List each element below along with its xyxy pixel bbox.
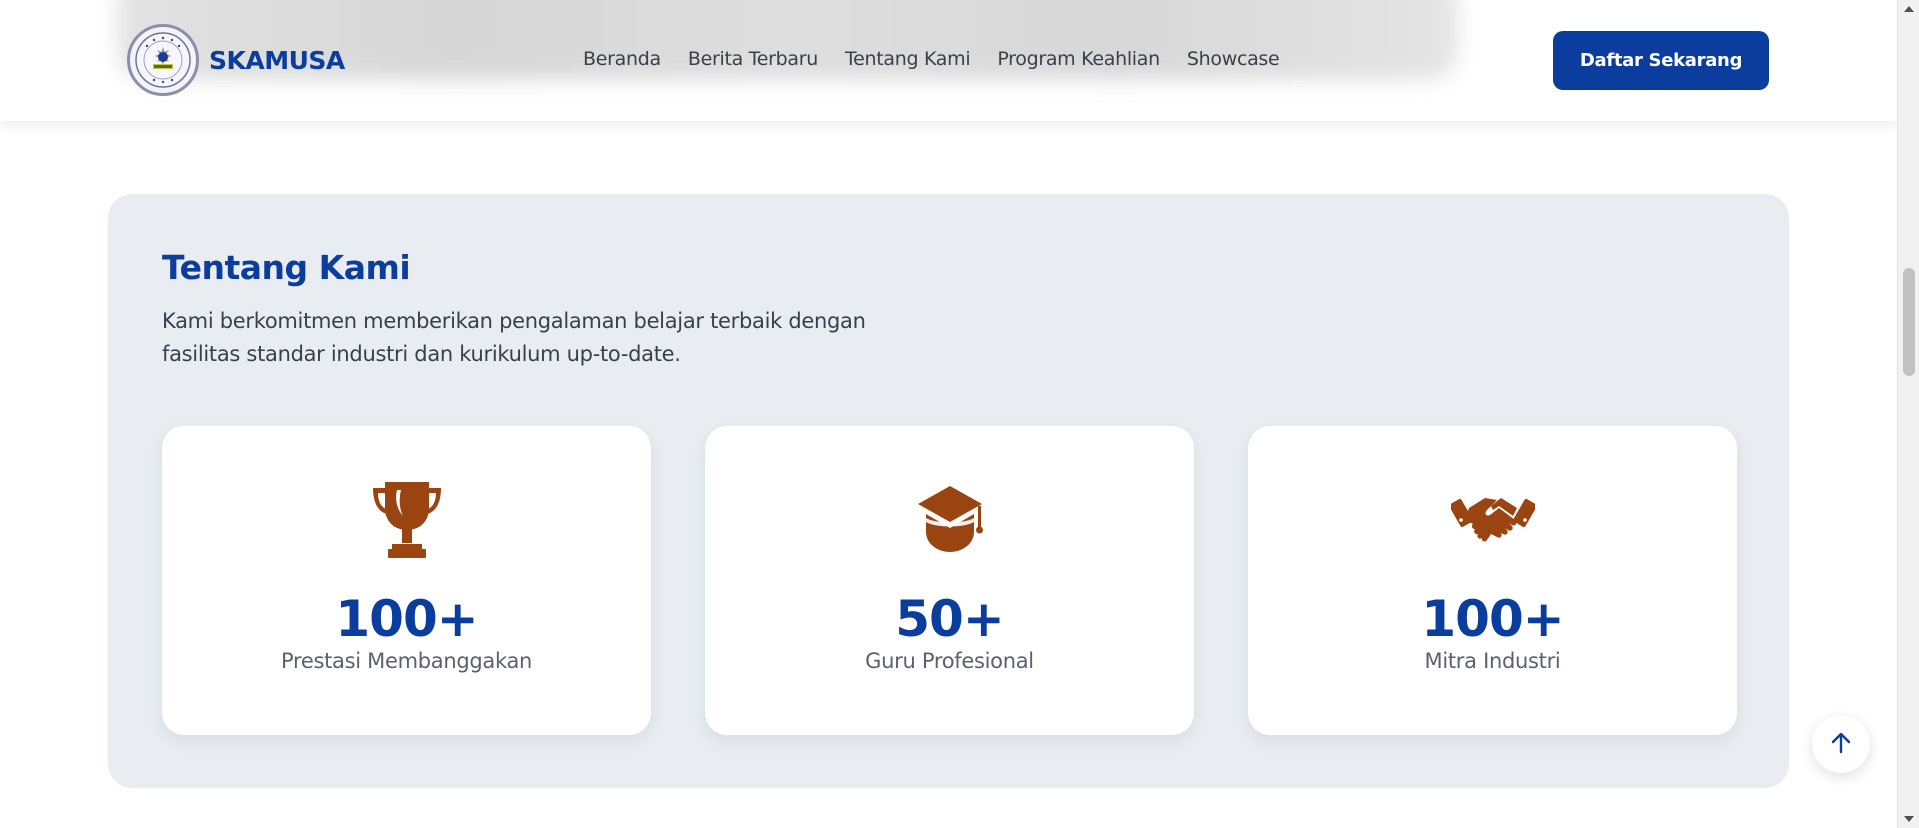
about-title: Tentang Kami: [162, 248, 411, 287]
stat-value-teachers: 50+: [895, 590, 1004, 648]
trophy-icon: [365, 478, 449, 562]
vertical-scrollbar[interactable]: [1897, 0, 1919, 828]
register-now-button[interactable]: Daftar Sekarang: [1553, 31, 1769, 90]
stat-label-teachers: Guru Profesional: [865, 649, 1034, 673]
stat-card-teachers: 50+ Guru Profesional: [705, 426, 1194, 735]
nav-link-beranda[interactable]: Beranda: [583, 48, 661, 70]
brand-logo-link[interactable]: SKAMUSA: [127, 24, 345, 96]
stat-card-achievements: 100+ Prestasi Membanggakan: [162, 426, 651, 735]
school-emblem-icon: [127, 24, 199, 96]
about-description-line-1: Kami berkomitmen memberikan pengalaman b…: [162, 309, 866, 333]
nav-link-tentang-kami[interactable]: Tentang Kami: [845, 48, 971, 70]
nav-link-showcase[interactable]: Showcase: [1187, 48, 1280, 70]
page-viewport: SKAMUSA Beranda Berita Terbaru Tentang K…: [0, 0, 1897, 828]
brand-name: SKAMUSA: [209, 45, 345, 75]
scroll-up-arrow-icon[interactable]: [1898, 0, 1919, 18]
about-section: Tentang Kami Kami berkomitmen memberikan…: [108, 194, 1789, 788]
scroll-down-arrow-icon[interactable]: [1898, 810, 1919, 828]
stat-card-industry-partners: 100+ Mitra Industri: [1248, 426, 1737, 735]
stat-label-industry-partners: Mitra Industri: [1424, 649, 1561, 673]
scrollbar-thumb[interactable]: [1903, 268, 1915, 376]
graduation-cap-icon: [908, 478, 992, 562]
back-to-top-button[interactable]: [1812, 715, 1870, 773]
arrow-up-icon: [1828, 730, 1854, 759]
nav-link-berita-terbaru[interactable]: Berita Terbaru: [688, 48, 818, 70]
stat-label-achievements: Prestasi Membanggakan: [280, 649, 533, 673]
stat-value-achievements: 100+: [335, 590, 478, 648]
stats-grid: 100+ Prestasi Membanggakan 50+ Guru Prof…: [162, 426, 1737, 735]
about-description: Kami berkomitmen memberikan pengalaman b…: [162, 305, 962, 371]
top-navbar: SKAMUSA Beranda Berita Terbaru Tentang K…: [0, 0, 1897, 121]
stat-value-industry-partners: 100+: [1421, 590, 1564, 648]
nav-link-program-keahlian[interactable]: Program Keahlian: [997, 48, 1160, 70]
handshake-icon: [1450, 478, 1535, 562]
about-description-line-2: fasilitas standar industri dan kurikulum…: [162, 342, 681, 366]
main-navigation: Beranda Berita Terbaru Tentang Kami Prog…: [583, 48, 1280, 70]
